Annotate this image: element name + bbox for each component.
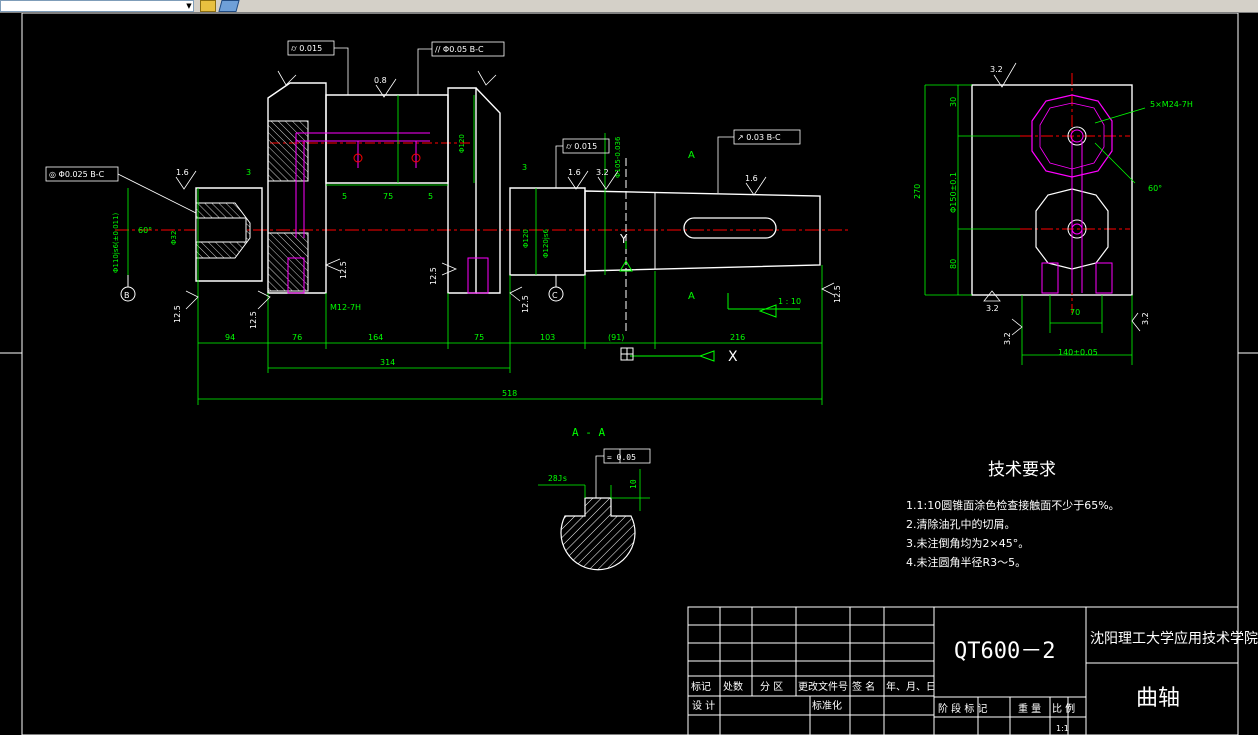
dim-76: 76	[292, 333, 302, 342]
tech-req-item-1: 1.1:10圆锥面涂色检查接触面不少于65%。	[906, 498, 1120, 512]
keyway-label: 28Js	[548, 474, 567, 483]
main-view: A A 94 76 164 75 103 (91) 216 314 518 3 …	[45, 40, 850, 405]
tb-label-date: 年、月、日	[886, 680, 936, 693]
section-fcf: = 0.05	[607, 453, 636, 462]
roughness-4: 3.2	[596, 168, 609, 177]
side-dim-270: 270	[913, 184, 922, 199]
tb-label-stage: 阶 段 标 记	[938, 702, 988, 715]
side-roughness-3: 3.2	[1141, 312, 1150, 325]
angle-60: 60°	[138, 226, 152, 235]
dim-5-right: 5	[428, 192, 433, 201]
title-block: QT600－2 沈阳理工大学应用技术学院 曲轴 标记 处数 分 区 更改文件号 …	[687, 606, 1258, 735]
section-mark-a-top: A	[688, 150, 695, 161]
tech-req-item-4: 4.未注圆角半径R3～5。	[906, 555, 1026, 569]
side-view: 270 30 Φ150±0.1 80 70 140±0.05 5×M24-7H …	[913, 62, 1193, 365]
dim-314: 314	[380, 358, 395, 367]
side-dim-phi150: Φ150±0.1	[949, 172, 958, 213]
ucs-y-icon: Y	[619, 232, 628, 246]
dim-164: 164	[368, 333, 383, 342]
depth-label: 10	[629, 479, 638, 489]
side-dim-140: 140±0.05	[1058, 348, 1098, 357]
cad-toolbar: ▼	[0, 0, 1258, 13]
dim-3-left: 3	[246, 168, 251, 177]
material-label: QT600－2	[954, 639, 1055, 664]
side-dim-80: 80	[949, 259, 958, 269]
dim-518: 518	[502, 389, 517, 398]
tb-label-count: 处数	[723, 680, 743, 693]
roughness-9: 12.5	[429, 267, 438, 285]
roughness-5: 1.6	[745, 174, 758, 183]
roughness-10: 12.5	[521, 295, 530, 313]
dim-91: (91)	[608, 333, 624, 342]
section-view: A - A = 0.05 28Js 10	[538, 426, 651, 571]
side-angle-60: 60°	[1148, 184, 1162, 193]
tb-label-standard: 标准化	[812, 699, 842, 712]
layer-dropdown[interactable]: ▼	[0, 0, 194, 12]
side-roughness-top: 3.2	[990, 65, 1003, 74]
roughness-8: 12.5	[339, 261, 348, 279]
datum-b: B	[124, 291, 130, 300]
dim-94: 94	[225, 333, 235, 342]
tb-label-design: 设 计	[692, 699, 715, 712]
dim-phi120-web: Φ120	[458, 134, 466, 153]
fcf-right: ↗ 0.03 B-C	[737, 133, 781, 142]
dim-5-left: 5	[342, 192, 347, 201]
fcf-left: ◎ Φ0.025 B-C	[49, 170, 105, 179]
side-dim-30: 30	[949, 97, 958, 107]
side-roughness-2: 3.2	[1003, 332, 1012, 345]
roughness-1: 1.6	[176, 168, 189, 177]
dim-75: 75	[474, 333, 484, 342]
open-file-icon[interactable]	[200, 0, 216, 12]
dim-phi120: Φ120	[522, 229, 530, 248]
roughness-6: 12.5	[173, 305, 182, 323]
thread-label: M12-7H	[330, 303, 361, 312]
tb-label-scale: 比 例	[1052, 702, 1075, 715]
dim-216: 216	[730, 333, 745, 342]
dim-75-pin: 75	[383, 192, 393, 201]
tech-req-item-3: 3.未注倒角均为2×45°。	[906, 536, 1029, 550]
ucs-x-icon: X	[728, 349, 738, 365]
roughness-7: 12.5	[249, 311, 258, 329]
section-title: A - A	[572, 426, 605, 439]
tb-label-zone: 分 区	[760, 681, 783, 693]
fcf-top1: ⌭ 0.015	[291, 44, 322, 53]
dim-phi120js6: Φ120js6	[542, 229, 550, 258]
dim-phi110: Φ110js6(±0.011)	[112, 212, 120, 273]
tech-requirements: 技术要求 1.1:10圆锥面涂色检查接触面不少于65%。 2.清除油孔中的切屑。…	[906, 460, 1120, 569]
drawing-canvas[interactable]: A A 94 76 164 75 103 (91) 216 314 518 3 …	[0, 13, 1258, 735]
drawing-frame	[0, 13, 1258, 735]
chevron-down-icon[interactable]: ▼	[185, 2, 193, 11]
side-dim-70: 70	[1070, 308, 1080, 317]
hole-label: 5×M24-7H	[1150, 100, 1193, 109]
section-mark-a-bottom: A	[688, 291, 695, 302]
dim-phi32: Φ32	[170, 231, 178, 245]
part-name: 曲轴	[1136, 686, 1180, 711]
roughness-11: 12.5	[833, 285, 842, 303]
roughness-2: 0.8	[374, 76, 387, 85]
datum-c: C	[552, 291, 558, 300]
taper-label: 1 : 10	[778, 297, 801, 306]
tb-label-weight: 重 量	[1018, 702, 1041, 715]
roughness-3: 1.6	[568, 168, 581, 177]
tb-label-change: 更改文件号	[798, 680, 848, 693]
tb-scale-value: 1:1	[1056, 724, 1069, 733]
dim-103: 103	[540, 333, 555, 342]
fcf-mid: ⌭ 0.015	[566, 142, 597, 151]
dim-3-right: 3	[522, 163, 527, 172]
tech-req-item-2: 2.清除油孔中的切屑。	[906, 517, 1016, 531]
school-name: 沈阳理工大学应用技术学院	[1090, 630, 1258, 647]
tb-label-mark: 标记	[691, 681, 711, 693]
tb-label-sign: 签 名	[852, 680, 875, 693]
fcf-top2: // Φ0.05 B-C	[435, 45, 484, 54]
layer-icon[interactable]	[218, 0, 240, 12]
side-roughness-1: 3.2	[986, 304, 999, 313]
tech-req-title: 技术要求	[988, 460, 1056, 480]
